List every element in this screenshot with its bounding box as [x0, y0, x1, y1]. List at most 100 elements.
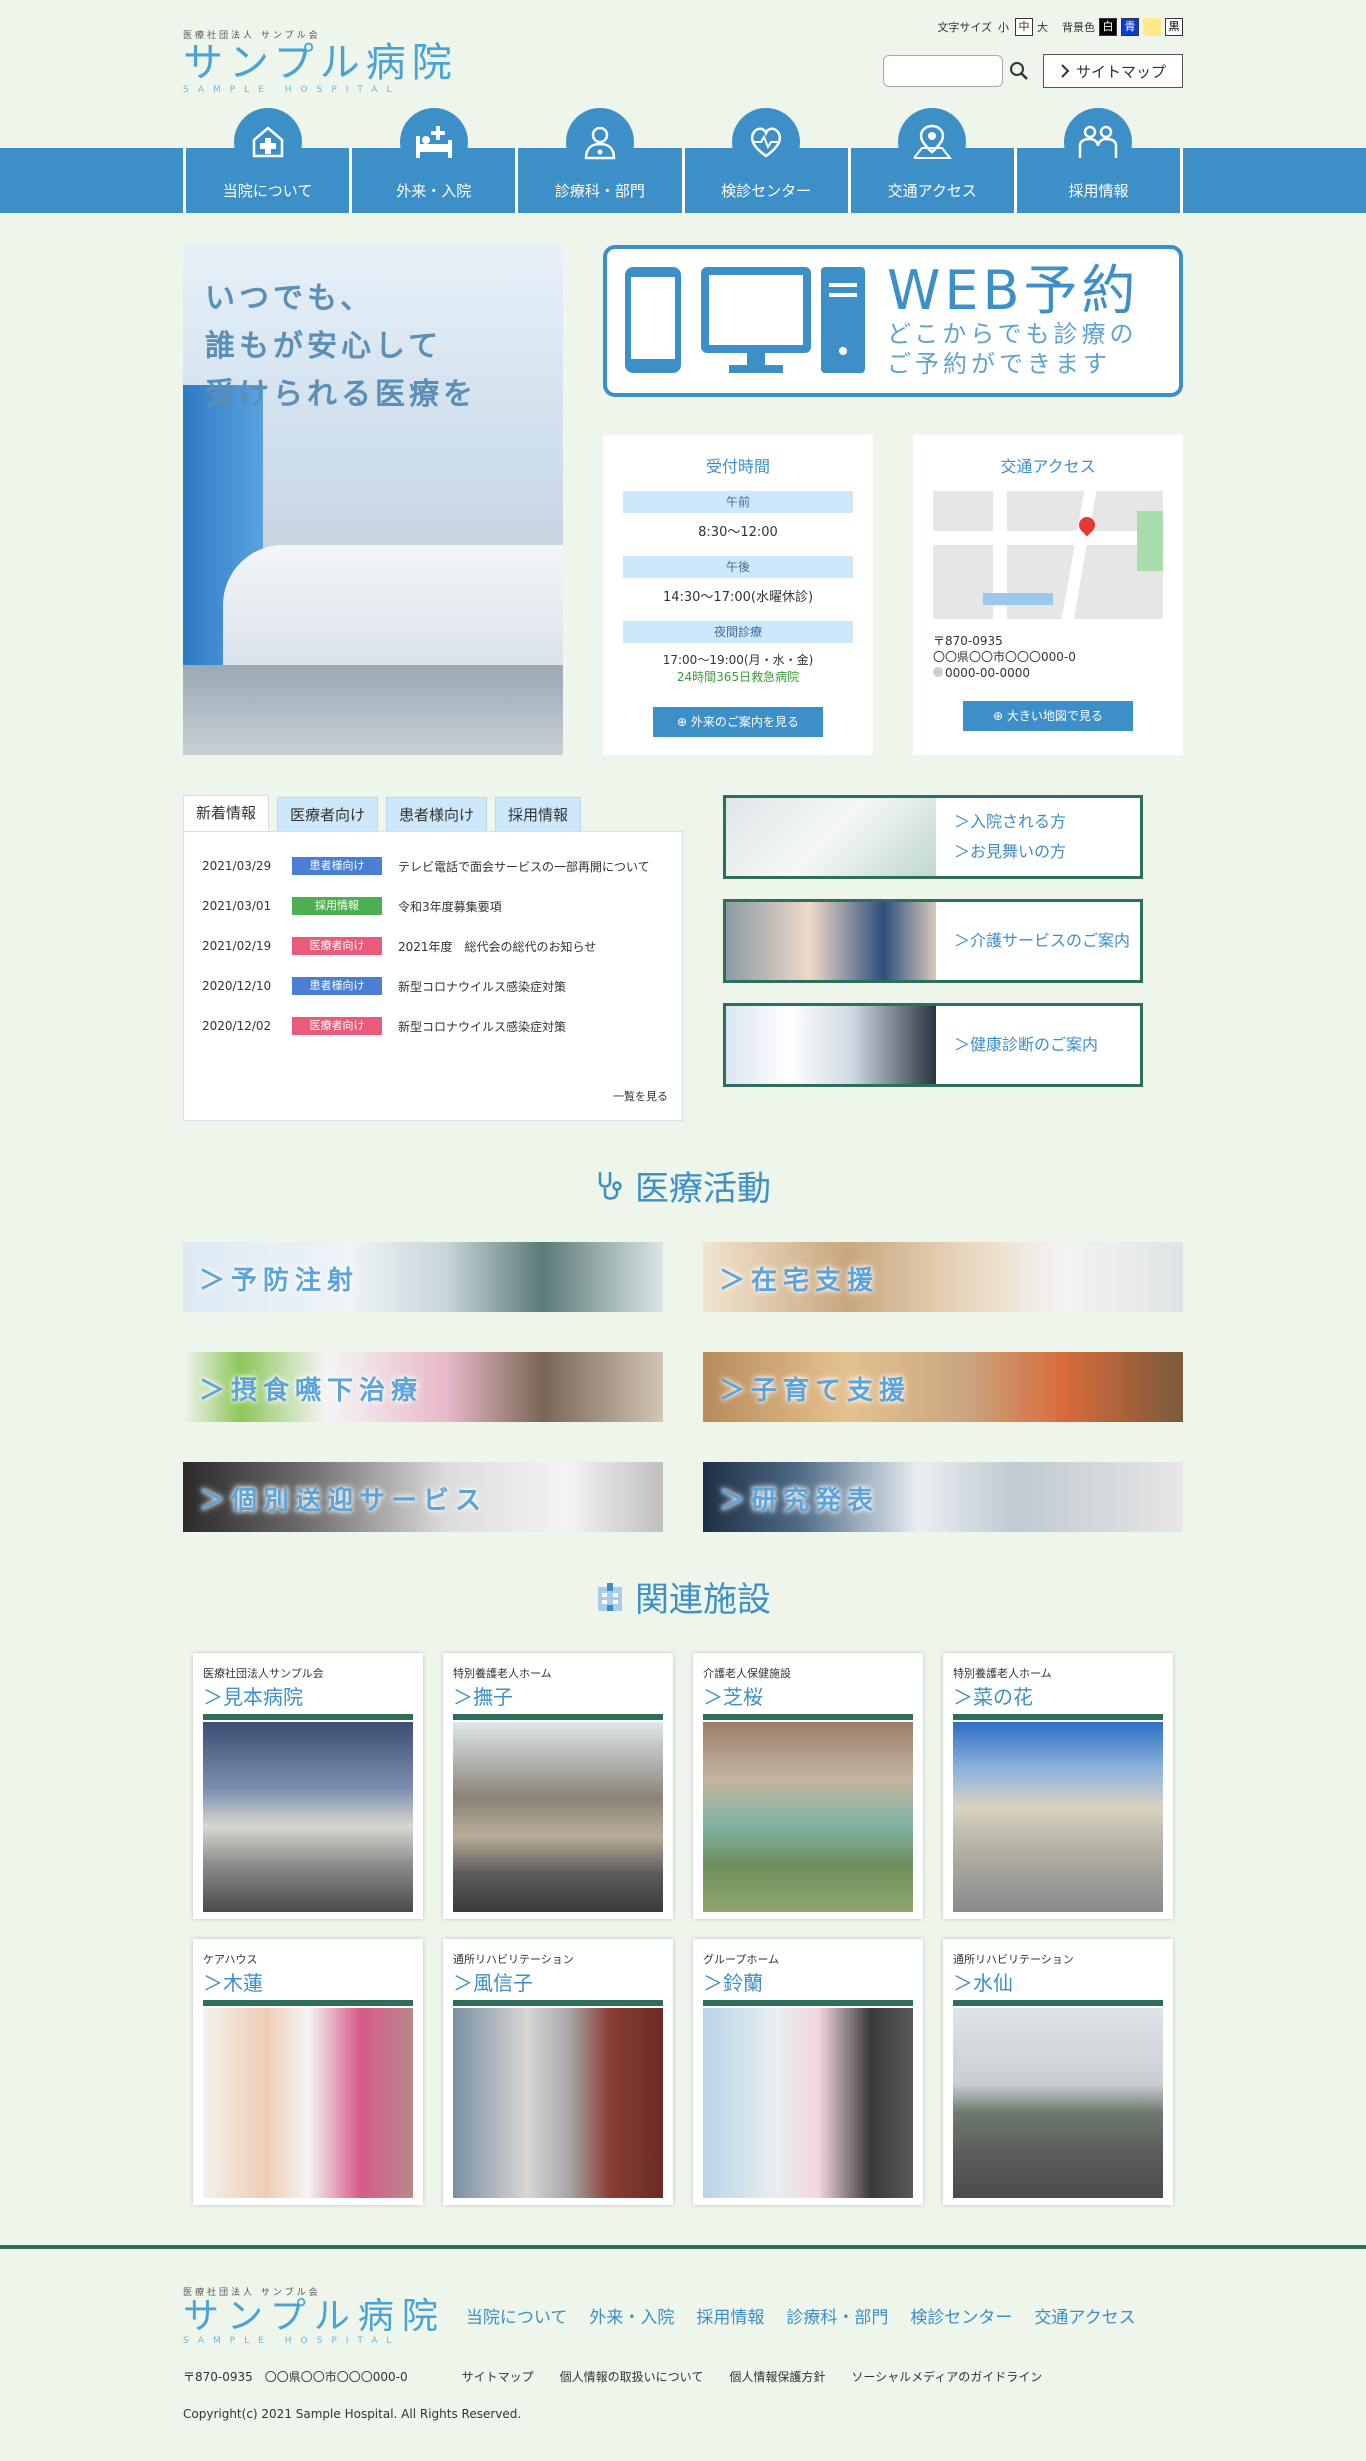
- footer-link[interactable]: 採用情報: [696, 2303, 764, 2328]
- tab-patient[interactable]: 患者様向け: [386, 797, 488, 831]
- news-category-badge: 患者様向け: [292, 977, 382, 995]
- news-date: 2021/02/19: [202, 939, 272, 953]
- bg-yellow-button[interactable]: [1143, 18, 1161, 36]
- news-date: 2020/12/10: [202, 979, 272, 993]
- news-row[interactable]: 2020/12/02 医療者向け 新型コロナウイルス感染症対策: [202, 1006, 664, 1046]
- footer-link[interactable]: 交通アクセス: [1034, 2303, 1135, 2328]
- banner-care-service[interactable]: ＞介護サービスのご案内: [723, 899, 1143, 983]
- news-row[interactable]: 2021/03/01 採用情報 令和3年度募集要項: [202, 886, 664, 926]
- facility-card[interactable]: 通所リハビリテーション ＞水仙: [943, 1939, 1173, 2205]
- tab-new[interactable]: 新着情報: [183, 795, 270, 831]
- bg-black-button[interactable]: 黒: [1165, 18, 1183, 36]
- footer-link[interactable]: 外来・入院: [589, 2303, 674, 2328]
- font-size-medium[interactable]: 中: [1015, 18, 1033, 36]
- nav-item-departments[interactable]: 診療科・部門: [515, 108, 681, 213]
- facility-card[interactable]: 特別養護老人ホーム ＞菜の花: [943, 1653, 1173, 1919]
- facility-photo: [953, 2008, 1163, 2198]
- news-title[interactable]: 新型コロナウイルス感染症対策: [398, 978, 566, 995]
- news-category-badge: 患者様向け: [292, 857, 382, 875]
- bg-blue-button[interactable]: 青: [1121, 18, 1139, 36]
- footer-link[interactable]: 検診センター: [910, 2303, 1012, 2328]
- nav-item-checkup[interactable]: 検診センター: [681, 108, 848, 213]
- news-title[interactable]: 2021年度 総代会の総代のお知らせ: [398, 938, 596, 955]
- pm-hours: 14:30～17:00(水曜休診): [662, 590, 814, 605]
- tab-medical[interactable]: 医療者向け: [277, 797, 379, 831]
- facilities-heading: 関連施設: [183, 1572, 1183, 1621]
- footer-link[interactable]: 個人情報保護方針: [729, 2368, 825, 2385]
- news-category-badge: 医療者向け: [292, 937, 382, 955]
- facility-card[interactable]: 医療社団法人サンプル会 ＞見本病院: [193, 1653, 423, 1919]
- facility-card[interactable]: ケアハウス ＞木蓮: [193, 1939, 423, 2205]
- phone-icon: [933, 667, 943, 677]
- map-pin-icon: [898, 108, 967, 176]
- news-panel: 新着情報 医療者向け 患者様向け 採用情報 2021/03/29 患者様向け テレビ…: [183, 795, 683, 1121]
- news-title[interactable]: テレビ電話で面会サービスの一部再開について: [398, 858, 650, 875]
- news-title[interactable]: 令和3年度募集要項: [398, 898, 502, 915]
- news-list: 2021/03/29 患者様向け テレビ電話で面会サービスの一部再開について 2021…: [183, 831, 683, 1121]
- nav-item-recruit[interactable]: 採用情報: [1013, 108, 1184, 213]
- night-hours: 17:00～19:00(月・水・金): [662, 653, 814, 667]
- large-map-button[interactable]: ⊕ 大きい地図で見る: [963, 701, 1133, 731]
- bed-icon: [399, 108, 468, 176]
- activity-vaccination[interactable]: ＞予防注射: [183, 1242, 663, 1312]
- site-header: 医療社団法人 サンプル会 サンプル病院 SAMPLE HOSPITAL 文字サイ…: [183, 0, 1183, 100]
- font-size-label: 文字サイズ: [937, 21, 992, 34]
- activity-home-support[interactable]: ＞在宅支援: [703, 1242, 1183, 1312]
- nav-item-outpatient[interactable]: 外来・入院: [349, 108, 515, 213]
- sitemap-label: サイトマップ: [1075, 62, 1166, 81]
- search-icon[interactable]: [1009, 61, 1029, 81]
- news-title[interactable]: 新型コロナウイルス感染症対策: [398, 1018, 566, 1035]
- heart-pulse-icon: [732, 108, 801, 176]
- activity-swallowing[interactable]: ＞摂食嚥下治療: [183, 1352, 663, 1422]
- activity-childcare[interactable]: ＞子育て支援: [703, 1352, 1183, 1422]
- footer-link[interactable]: 診療科・部門: [786, 2303, 888, 2328]
- banner-health-check[interactable]: ＞健康診断のご案内: [723, 1003, 1143, 1087]
- footer-link[interactable]: ソーシャルメディアのガイドライン: [851, 2368, 1042, 2385]
- access-card: 交通アクセス 〒870-0935 〇〇県〇〇市〇〇〇000-0 0000-00-…: [913, 435, 1183, 755]
- banner-inpatient[interactable]: ＞入院される方 ＞お見舞いの方: [723, 795, 1143, 879]
- access-map[interactable]: [933, 491, 1163, 619]
- activities-grid: ＞予防注射 ＞在宅支援 ＞摂食嚥下治療 ＞子育て支援 ＞個別送迎サービス ＞研究…: [183, 1242, 1183, 1532]
- access-title: 交通アクセス: [1000, 457, 1096, 476]
- tab-recruit[interactable]: 採用情報: [495, 797, 582, 831]
- bg-white-button[interactable]: 白: [1099, 18, 1117, 36]
- news-more-link[interactable]: 一覧を見る: [613, 1088, 668, 1104]
- facility-card[interactable]: 特別養護老人ホーム ＞撫子: [443, 1653, 673, 1919]
- web-reservation-desc-2: ご予約ができます: [887, 350, 1111, 378]
- search-area: サイトマップ: [882, 54, 1183, 88]
- font-size-small[interactable]: 小: [998, 19, 1009, 35]
- news-row[interactable]: 2020/12/10 患者様向け 新型コロナウイルス感染症対策: [202, 966, 664, 1006]
- facility-photo: [703, 2008, 913, 2198]
- news-date: 2021/03/29: [202, 859, 272, 873]
- facility-photo: [953, 1722, 1163, 1912]
- footer-address: 〒870-0935 〇〇県〇〇市〇〇〇000-0: [183, 2370, 408, 2384]
- sitemap-button[interactable]: サイトマップ: [1042, 54, 1183, 88]
- facility-photo: [453, 2008, 663, 2198]
- news-category-badge: 採用情報: [292, 897, 382, 915]
- footer-link[interactable]: 個人情報の取扱いについて: [560, 2368, 704, 2385]
- emergency-note: 24時間365日救急病院: [676, 670, 800, 684]
- nav-item-about[interactable]: 当院について: [183, 108, 349, 213]
- news-row[interactable]: 2021/02/19 医療者向け 2021年度 総代会の総代のお知らせ: [202, 926, 664, 966]
- outpatient-info-button[interactable]: ⊕ 外来のご案内を見る: [653, 707, 823, 737]
- footer-link[interactable]: 当院について: [466, 2303, 568, 2328]
- site-logo[interactable]: 医療社団法人 サンプル会 サンプル病院 SAMPLE HOSPITAL: [183, 28, 458, 95]
- footer-link[interactable]: サイトマップ: [462, 2368, 534, 2385]
- nav-label: 交通アクセス: [887, 182, 977, 200]
- facility-card[interactable]: 通所リハビリテーション ＞風信子: [443, 1939, 673, 2205]
- doctor-icon: [565, 108, 634, 176]
- footer-nav: 当院について 外来・入院 採用情報 診療科・部門 検診センター 交通アクセス: [466, 2303, 1136, 2328]
- web-reservation-banner[interactable]: WEB予約 どこからでも診療の ご予約ができます: [603, 245, 1183, 397]
- search-input[interactable]: [882, 55, 1003, 87]
- facility-card[interactable]: グループホーム ＞鈴蘭: [693, 1939, 923, 2205]
- activity-transport[interactable]: ＞個別送迎サービス: [183, 1462, 663, 1532]
- hero-catchcopy: いつでも、 誰もが安心して 受けられる医療を: [205, 281, 477, 412]
- news-row[interactable]: 2021/03/29 患者様向け テレビ電話で面会サービスの一部再開について: [202, 846, 664, 886]
- font-size-large[interactable]: 大: [1037, 19, 1048, 35]
- global-nav: 当院について 外来・入院 診療科・部門 検診センター 交通アクセス 採用情報: [0, 108, 1366, 213]
- nav-item-access[interactable]: 交通アクセス: [847, 108, 1014, 213]
- footer-logo[interactable]: 医療社団法人 サンプル会 サンプル病院 SAMPLE HOSPITAL: [183, 2285, 446, 2346]
- activity-research[interactable]: ＞研究発表: [703, 1462, 1183, 1532]
- facility-card[interactable]: 介護老人保健施設 ＞芝桜: [693, 1653, 923, 1919]
- building-icon: [598, 1582, 622, 1611]
